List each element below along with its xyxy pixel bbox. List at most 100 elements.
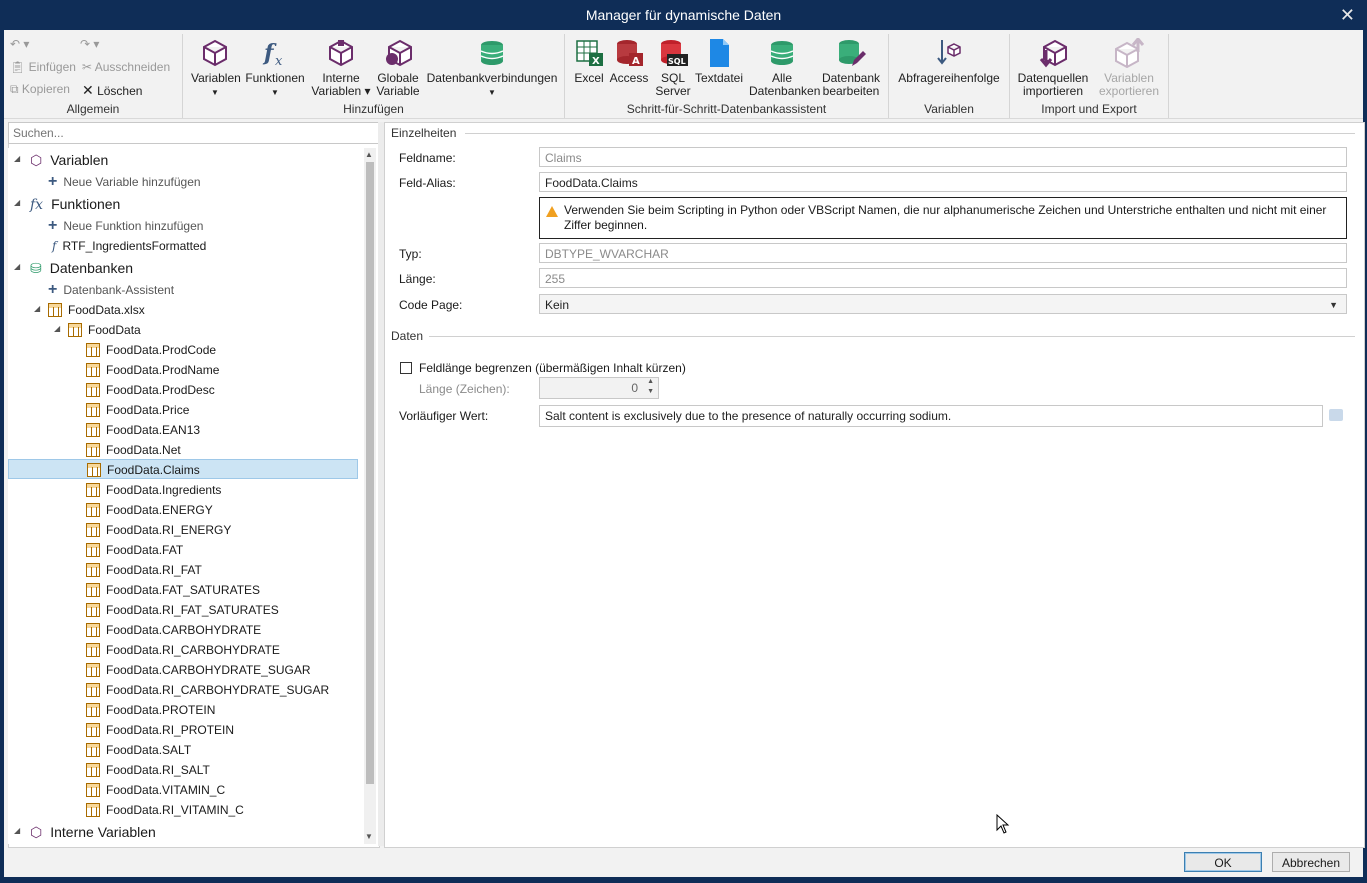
field-icon (86, 583, 100, 597)
tree-item-field[interactable]: FoodData.SALT (86, 740, 191, 760)
tree-item-field[interactable]: FoodData.FAT (86, 540, 183, 560)
tree-item-field[interactable]: FoodData.PROTEIN (86, 700, 215, 720)
typ-label: Typ: (399, 247, 422, 261)
field-icon (86, 783, 100, 797)
help-icon[interactable] (1329, 409, 1343, 421)
collapse-icon[interactable]: ◢ (14, 154, 20, 163)
scroll-down-icon[interactable]: ▼ (365, 832, 373, 841)
alias-field[interactable]: FoodData.Claims (539, 172, 1347, 192)
codepage-value: Kein (545, 298, 570, 312)
tree-item-field[interactable]: FoodData.RI_FAT_SATURATES (86, 600, 279, 620)
tree-item-field[interactable]: FoodData.RI_PROTEIN (86, 720, 234, 740)
collapse-icon[interactable]: ◢ (54, 324, 60, 333)
export-variables-button[interactable]: Variablen exportieren (1094, 38, 1164, 98)
tree-item-table[interactable]: FoodData (68, 320, 141, 340)
tree-item-field[interactable]: FoodData.RI_ENERGY (86, 520, 231, 540)
zeichen-stepper[interactable]: 0 ▲ ▼ (539, 377, 659, 399)
tree-item-field[interactable]: FoodData.Net (86, 440, 181, 460)
tree-item-field[interactable]: FoodData.VITAMIN_C (86, 780, 225, 800)
stepper-up-icon[interactable]: ▲ (647, 378, 654, 385)
tree-item-field[interactable]: FoodData.RI_CARBOHYDRATE_SUGAR (86, 680, 329, 700)
tree-item-field[interactable]: FoodData.ProdName (86, 360, 219, 380)
tree-item-function[interactable]: f RTF_IngredientsFormatted (52, 236, 206, 256)
tree-item-field[interactable]: FoodData.Claims (8, 459, 358, 479)
plus-icon: + (48, 217, 58, 234)
tree-item-new-function[interactable]: + Neue Funktion hinzufügen (48, 216, 203, 236)
limit-checkbox[interactable] (400, 362, 412, 374)
query-order-button[interactable]: Abfragereihenfolge (893, 38, 1005, 85)
add-global-variable-button[interactable]: Globale Variable (373, 38, 423, 98)
access-button[interactable]: A Access (609, 38, 649, 85)
field-icon (86, 683, 100, 697)
excel-file-icon (48, 303, 62, 317)
excel-button[interactable]: X Excel (571, 38, 607, 85)
undo-icon[interactable]: ↶ ▾ (10, 37, 29, 51)
delete-button[interactable]: ✕ Löschen (82, 82, 142, 99)
paste-button[interactable]: 📋︎ Einfügen (10, 60, 76, 74)
sql-server-button[interactable]: SQL SQL Server (651, 38, 695, 98)
tree-item-field[interactable]: FoodData.ProdDesc (86, 380, 215, 400)
tree-item-field[interactable]: FoodData.RI_VITAMIN_C (86, 800, 244, 820)
tree-item-db-wizard[interactable]: + Datenbank-Assistent (48, 280, 174, 300)
global-variable-icon (386, 39, 412, 67)
window-title: Manager für dynamische Daten (585, 7, 782, 23)
feldname-field[interactable]: Claims (539, 147, 1347, 167)
ok-button[interactable]: OK (1184, 852, 1262, 872)
tree-scrollbar[interactable]: ▲ ▼ (364, 148, 376, 844)
add-variable-button[interactable]: Variablen ▼ (191, 38, 241, 99)
zeichen-label: Länge (Zeichen): (419, 382, 510, 396)
codepage-select[interactable]: Kein ▼ (539, 294, 1347, 314)
tree-item-field[interactable]: FoodData.RI_SALT (86, 760, 210, 780)
dialog-body: ↶ ▾ ↷ ▾ 📋︎ Einfügen ✂ Ausschneiden ⧉ Kop… (4, 30, 1365, 877)
add-function-button[interactable]: fx Funktionen ▼ (245, 38, 305, 99)
database-icon: ⛁ (30, 260, 42, 276)
typ-field[interactable]: DBTYPE_WVARCHAR (539, 243, 1347, 263)
tree-item-field[interactable]: FoodData.FAT_SATURATES (86, 580, 260, 600)
warning-box: Verwenden Sie beim Scripting in Python o… (539, 197, 1347, 239)
redo-icon[interactable]: ↷ ▾ (80, 37, 99, 51)
tree-item-field[interactable]: FoodData.ENERGY (86, 500, 213, 520)
tree-item-interne[interactable]: ⬡ Interne Variablen (30, 822, 156, 842)
all-databases-button[interactable]: Alle Datenbanken (749, 38, 820, 98)
search-input[interactable] (8, 122, 380, 144)
group-label: Hinzufügen (343, 102, 404, 116)
tree-item-field[interactable]: FoodData.CARBOHYDRATE_SUGAR (86, 660, 311, 680)
close-icon[interactable]: ✕ (1340, 5, 1355, 26)
tree-view[interactable]: ◢ ⬡ Variablen + Neue Variable hinzufügen ◢… (8, 148, 360, 844)
textfile-button[interactable]: Textdatei (693, 38, 745, 85)
tree-item-datenbanken[interactable]: ⛁ Datenbanken (30, 258, 133, 278)
limit-label[interactable]: Feldlänge begrenzen (übermäßigen Inhalt … (419, 361, 686, 375)
cancel-button[interactable]: Abbrechen (1272, 852, 1350, 872)
tree-item-file[interactable]: FoodData.xlsx (48, 300, 145, 320)
tree-item-field[interactable]: FoodData.EAN13 (86, 420, 200, 440)
scroll-up-icon[interactable]: ▲ (365, 150, 373, 159)
tree-item-field[interactable]: FoodData.Price (86, 400, 189, 420)
tree-item-field[interactable]: FoodData.RI_FAT (86, 560, 202, 580)
import-datasources-button[interactable]: Datenquellen importieren (1014, 38, 1092, 98)
collapse-icon[interactable]: ◢ (14, 826, 20, 835)
tree-item-field[interactable]: FoodData.CARBOHYDRATE (86, 620, 261, 640)
copy-button[interactable]: ⧉ Kopieren (10, 82, 70, 97)
stepper-down-icon[interactable]: ▼ (647, 388, 654, 395)
tree-item-field[interactable]: FoodData.ProdCode (86, 340, 216, 360)
tree-item-funktionen[interactable]: fx Funktionen (30, 194, 120, 214)
field-icon (86, 703, 100, 717)
cut-button[interactable]: ✂ Ausschneiden (82, 60, 170, 74)
laenge-field[interactable]: 255 (539, 268, 1347, 288)
tree-item-field[interactable]: FoodData.RI_CARBOHYDRATE (86, 640, 280, 660)
collapse-icon[interactable]: ◢ (14, 198, 20, 207)
tree-item-variablen[interactable]: ⬡ Variablen (30, 150, 108, 170)
field-icon (86, 563, 100, 577)
add-internal-variable-button[interactable]: Interne Variablen ▾ (311, 38, 371, 98)
tree-item-field[interactable]: FoodData.Ingredients (86, 480, 221, 500)
vorl-field[interactable]: Salt content is exclusively due to the p… (539, 405, 1323, 427)
database-connections-button[interactable]: Datenbankverbindungen ▼ (425, 38, 559, 99)
plus-icon: + (48, 173, 58, 190)
group-label: Schritt-für-Schritt-Datenbankassistent (626, 102, 827, 116)
scrollbar-thumb[interactable] (366, 162, 374, 784)
tree-item-new-variable[interactable]: + Neue Variable hinzufügen (48, 172, 201, 192)
field-icon (86, 523, 100, 537)
collapse-icon[interactable]: ◢ (14, 262, 20, 271)
collapse-icon[interactable]: ◢ (34, 304, 40, 313)
edit-database-button[interactable]: Datenbank bearbeiten (819, 38, 883, 98)
